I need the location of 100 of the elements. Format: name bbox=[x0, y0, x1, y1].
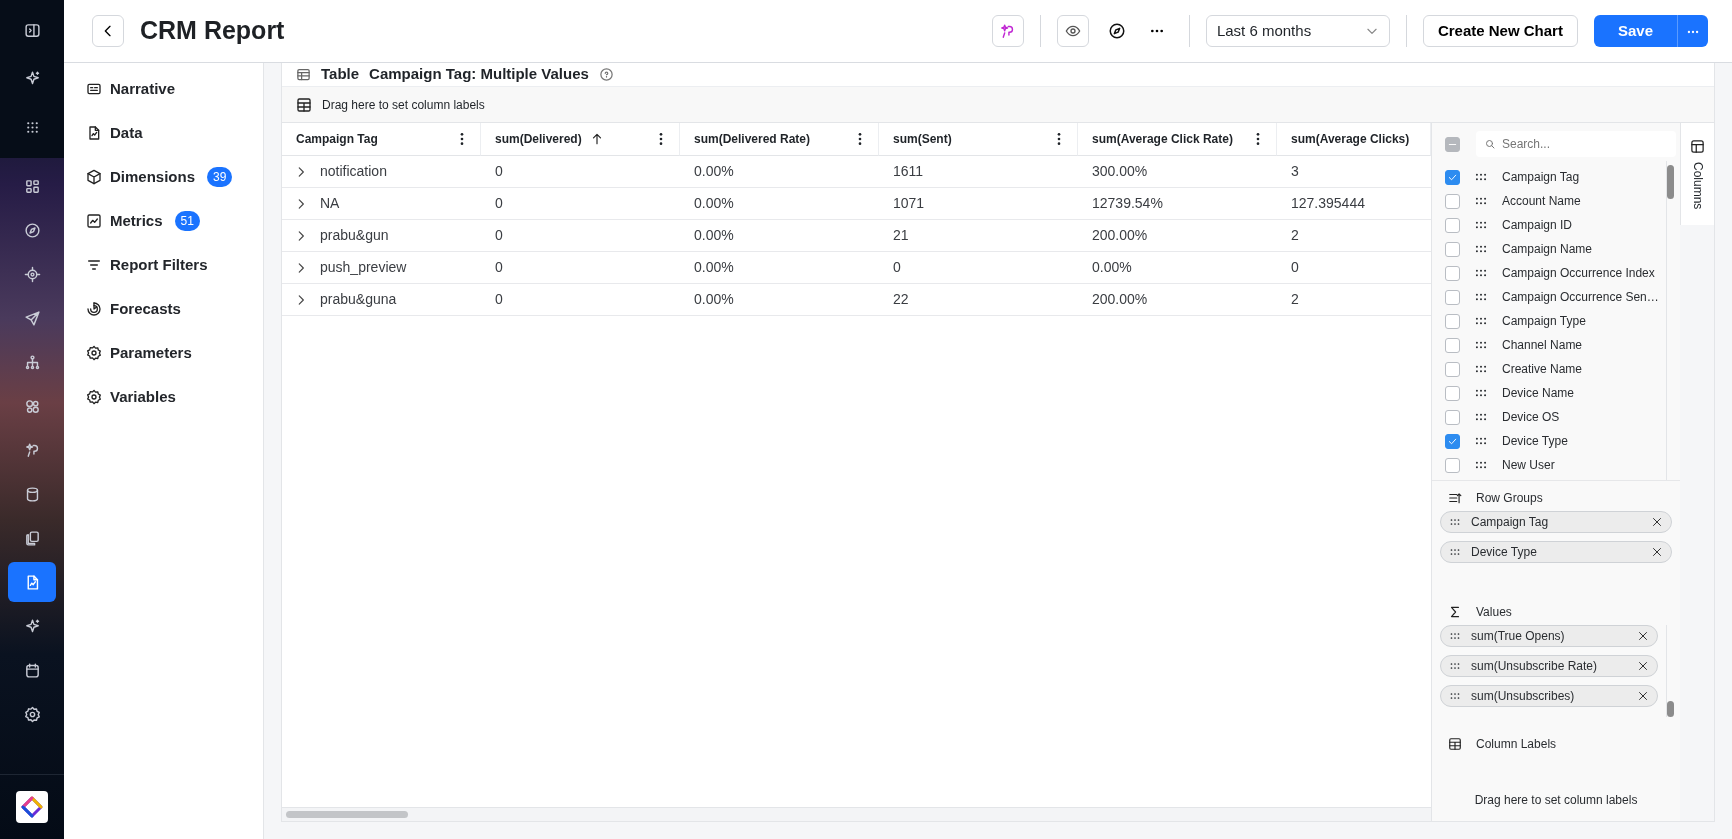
column-name: Campaign Type bbox=[1502, 313, 1586, 330]
calendar-icon bbox=[23, 661, 41, 679]
column-name: Channel Name bbox=[1502, 337, 1583, 354]
ai-assistant-button[interactable] bbox=[991, 15, 1024, 47]
send-icon bbox=[23, 309, 41, 327]
sparkle-icon bbox=[23, 617, 41, 635]
column-name: Account Name bbox=[1502, 193, 1581, 210]
sidebar-nav-button[interactable] bbox=[8, 562, 56, 602]
nav-item[interactable]: Narrative bbox=[64, 67, 263, 111]
save-button[interactable]: Save bbox=[1593, 15, 1677, 47]
nav-item[interactable]: Report Filters bbox=[64, 243, 263, 287]
forecast-icon bbox=[86, 301, 102, 317]
table-cell-text: 0.00% bbox=[694, 258, 734, 277]
column-header[interactable]: Campaign Tag bbox=[282, 123, 481, 156]
dashboard-icon bbox=[23, 177, 41, 195]
nav-item[interactable]: Variables bbox=[64, 375, 263, 419]
column-checkbox[interactable] bbox=[1445, 193, 1460, 209]
column-header[interactable]: sum(Delivered Rate) bbox=[680, 123, 879, 156]
sparkle-icon bbox=[23, 70, 41, 87]
column-name: Device Name bbox=[1502, 385, 1575, 402]
table-cell-text: 1071 bbox=[893, 194, 925, 213]
table-cell-text: 0 bbox=[495, 162, 503, 181]
circles-icon bbox=[23, 397, 41, 415]
column-name: Campaign Name bbox=[1502, 241, 1593, 258]
column-checkbox[interactable] bbox=[1445, 433, 1460, 449]
card-subtitle: Campaign Tag: Multiple Values bbox=[369, 64, 589, 85]
column-labels-icon bbox=[1448, 737, 1462, 751]
table-cell-text: NA bbox=[320, 194, 340, 213]
table-cell-text: 0 bbox=[495, 290, 503, 309]
field-chip[interactable]: sum(True Opens) bbox=[1440, 625, 1658, 647]
column-checkbox[interactable] bbox=[1445, 217, 1460, 233]
column-checkbox[interactable] bbox=[1445, 241, 1460, 257]
table-icon bbox=[296, 67, 311, 82]
section-title: Column Labels bbox=[1476, 736, 1557, 753]
eye-icon bbox=[1064, 23, 1081, 39]
scrollbar[interactable] bbox=[286, 811, 408, 818]
nav-item[interactable]: Forecasts bbox=[64, 287, 263, 331]
field-chip[interactable]: Device Type bbox=[1440, 541, 1672, 563]
compass-icon bbox=[23, 221, 41, 239]
table-cell-text: 12739.54% bbox=[1092, 194, 1163, 213]
remove-icon[interactable] bbox=[1651, 546, 1663, 558]
drag-handle-icon bbox=[1449, 660, 1461, 672]
nav-item[interactable]: Dimensions 39 bbox=[64, 155, 263, 199]
field-chip[interactable]: sum(Unsubscribe Rate) bbox=[1440, 655, 1658, 677]
select-all-checkbox[interactable] bbox=[1445, 136, 1460, 152]
filter-icon bbox=[86, 257, 102, 273]
page-title: CRM Report bbox=[140, 15, 285, 47]
save-options-button[interactable] bbox=[1677, 15, 1708, 47]
table-cell-text: prabu&guna bbox=[320, 290, 397, 309]
date-range-select[interactable]: Last 6 months bbox=[1205, 15, 1390, 47]
column-checkbox[interactable] bbox=[1445, 169, 1460, 185]
remove-icon[interactable] bbox=[1637, 690, 1649, 702]
column-checkbox[interactable] bbox=[1445, 337, 1460, 353]
chart-file-icon bbox=[86, 125, 102, 141]
drag-handle-icon bbox=[1449, 546, 1461, 558]
remove-icon[interactable] bbox=[1637, 630, 1649, 642]
search-field[interactable]: Search... bbox=[1476, 131, 1676, 157]
nav-item[interactable]: Data bbox=[64, 111, 263, 155]
column-name: Campaign Occurrence Index bbox=[1502, 265, 1655, 282]
column-checkbox[interactable] bbox=[1445, 385, 1460, 401]
table-cell-text: 200.00% bbox=[1092, 290, 1148, 309]
field-chip[interactable]: sum(Unsubscribes) bbox=[1440, 685, 1658, 707]
gear-icon bbox=[86, 389, 102, 405]
column-header[interactable]: sum(Delivered) bbox=[481, 123, 680, 156]
column-checkbox[interactable] bbox=[1445, 313, 1460, 329]
column-checkbox[interactable] bbox=[1445, 409, 1460, 425]
column-name: Device OS bbox=[1502, 409, 1560, 426]
column-checkbox[interactable] bbox=[1445, 289, 1460, 305]
column-checkbox[interactable] bbox=[1445, 361, 1460, 377]
field-chip[interactable]: Campaign Tag bbox=[1440, 511, 1672, 533]
preview-button[interactable] bbox=[1056, 15, 1089, 47]
help-icon[interactable] bbox=[598, 67, 614, 82]
documents-icon bbox=[23, 529, 41, 547]
target-icon bbox=[23, 265, 41, 283]
settings-icon bbox=[23, 705, 41, 723]
column-header[interactable]: sum(Average Click Rate) bbox=[1078, 123, 1277, 156]
table-cell-text: push_preview bbox=[320, 258, 407, 277]
nav-item[interactable]: Metrics 51 bbox=[64, 199, 263, 243]
table-cell-text: 2 bbox=[1291, 290, 1299, 309]
table-cell-text: 0.00% bbox=[694, 226, 734, 245]
table-cell-text: 0.00% bbox=[694, 194, 734, 213]
cube-icon bbox=[86, 169, 102, 185]
app-logo[interactable] bbox=[16, 791, 48, 823]
column-checkbox[interactable] bbox=[1445, 457, 1460, 473]
columns-tab[interactable]: Columns bbox=[1680, 123, 1714, 226]
create-chart-button[interactable]: Create New Chart bbox=[1422, 15, 1578, 47]
table-cell-text: 0 bbox=[893, 258, 901, 277]
table-cell-text: notification bbox=[320, 162, 387, 181]
section-title: Values bbox=[1476, 604, 1512, 621]
scrollbar[interactable] bbox=[1667, 165, 1674, 199]
scrollbar[interactable] bbox=[1667, 701, 1674, 717]
column-header[interactable]: sum(Sent) bbox=[879, 123, 1078, 156]
remove-icon[interactable] bbox=[1637, 660, 1649, 672]
columns-icon bbox=[1690, 139, 1705, 154]
nav-item[interactable]: Parameters bbox=[64, 331, 263, 375]
section-title: Row Groups bbox=[1476, 490, 1543, 507]
remove-icon[interactable] bbox=[1651, 516, 1663, 528]
column-checkbox[interactable] bbox=[1445, 265, 1460, 281]
column-name: Device Type bbox=[1502, 433, 1568, 450]
table-cell-text: 300.00% bbox=[1092, 162, 1148, 181]
